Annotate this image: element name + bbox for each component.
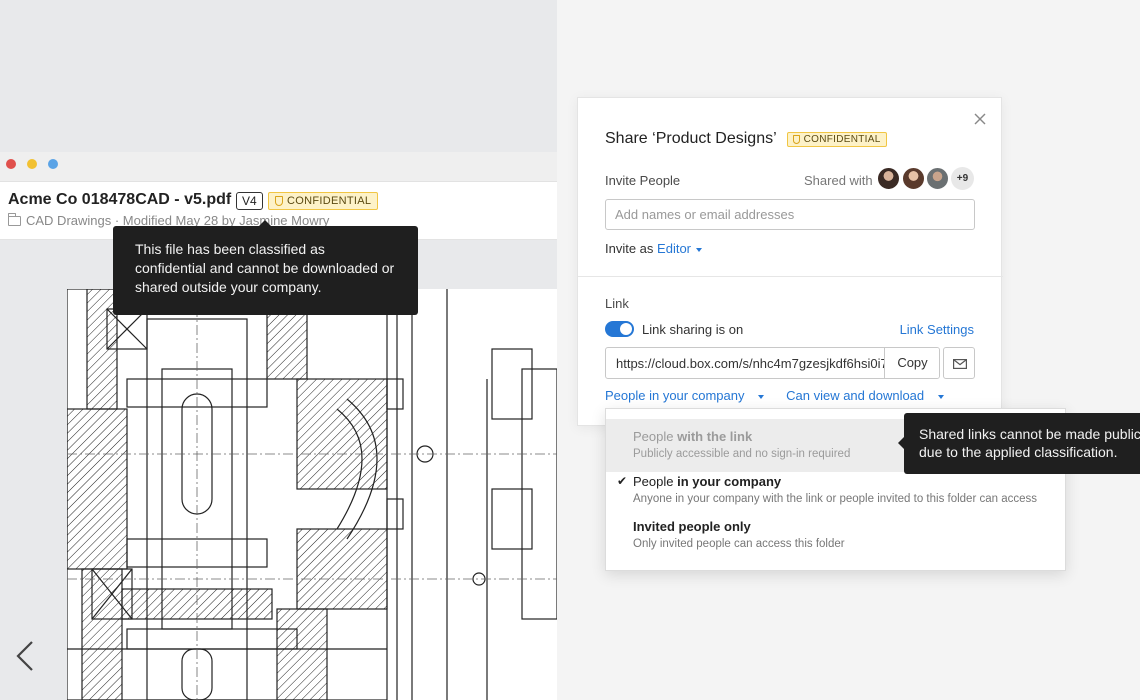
caret-down-icon [696, 247, 703, 252]
menu-option-desc: Only invited people can access this fold… [633, 538, 845, 550]
shared-more-count[interactable]: +9 [951, 167, 974, 190]
menu-option-title: People in your company [633, 474, 782, 489]
cad-drawing [67, 289, 557, 700]
file-title: Acme Co 018478CAD - v5.pdf [8, 191, 232, 208]
share-modal: Share ‘Product Designs’ CONFIDENTIAL Inv… [577, 97, 1003, 426]
menu-option-desc: Publicly accessible and no sign-in requi… [633, 448, 851, 460]
public-link-tooltip: Shared links cannot be made public due t… [898, 413, 1140, 474]
invite-as-row: Invite as Editor [605, 241, 703, 256]
invite-as-label: Invite as [605, 241, 654, 256]
avatar[interactable] [902, 167, 925, 190]
public-link-tooltip-text: Shared links cannot be made public due t… [919, 426, 1140, 460]
window-zoom-dot[interactable] [48, 159, 58, 169]
menu-option-desc: Anyone in your company with the link or … [633, 493, 1037, 505]
chevron-left-icon[interactable] [12, 636, 38, 676]
folder-icon [8, 212, 21, 226]
invite-role-dropdown[interactable]: Editor [657, 241, 703, 256]
classification-tooltip: This file has been classified as confide… [113, 220, 418, 315]
email-link-button[interactable] [943, 347, 975, 379]
menu-option-title: People with the link [633, 429, 753, 444]
shield-icon [275, 196, 283, 206]
avatar[interactable] [877, 167, 900, 190]
window-titlebar [0, 152, 557, 182]
window-close-dot[interactable] [6, 159, 16, 169]
avatar[interactable] [926, 167, 949, 190]
invite-people-label: Invite People [605, 173, 681, 188]
caret-down-icon [758, 394, 765, 399]
access-permission-label: Can view and download [786, 388, 925, 403]
invite-input[interactable] [605, 199, 975, 230]
shared-link-field[interactable]: https://cloud.box.com/s/nhc4m7gzesjkdf6h… [605, 347, 940, 379]
close-icon[interactable] [973, 112, 987, 126]
shared-link-url[interactable]: https://cloud.box.com/s/nhc4m7gzesjkdf6h… [616, 356, 884, 371]
menu-option-invited-only[interactable]: Invited people only Only invited people … [606, 509, 1065, 559]
version-badge[interactable]: V4 [236, 192, 263, 210]
menu-option-title: Invited people only [633, 519, 751, 534]
invite-role-label: Editor [657, 241, 692, 256]
link-sharing-status: Link sharing is on [642, 322, 744, 337]
share-title-text: Share ‘Product Designs’ [605, 130, 777, 147]
window-minimize-dot[interactable] [27, 159, 37, 169]
copy-link-button[interactable]: Copy [884, 348, 939, 378]
classification-label: CONFIDENTIAL [287, 195, 372, 207]
classification-badge-small[interactable]: CONFIDENTIAL [786, 131, 887, 147]
classification-label: CONFIDENTIAL [803, 133, 881, 145]
link-access-row: People in your company Can view and down… [605, 388, 962, 403]
classification-badge[interactable]: CONFIDENTIAL [268, 192, 379, 210]
link-settings-link[interactable]: Link Settings [900, 322, 974, 337]
caret-down-icon [938, 394, 945, 399]
link-section-label: Link [605, 296, 629, 311]
share-modal-title: Share ‘Product Designs’ CONFIDENTIAL [605, 130, 887, 148]
section-divider [578, 276, 1003, 277]
check-icon: ✔ [617, 474, 628, 488]
shared-with-label: Shared with [804, 173, 873, 188]
cad-drawing-preview [67, 289, 557, 700]
shield-icon [792, 134, 800, 144]
access-scope-dropdown[interactable]: People in your company [605, 388, 773, 403]
mail-icon [953, 359, 967, 369]
link-sharing-toggle[interactable] [605, 321, 634, 337]
access-permission-dropdown[interactable]: Can view and download [786, 388, 953, 403]
access-scope-label: People in your company [605, 388, 745, 403]
